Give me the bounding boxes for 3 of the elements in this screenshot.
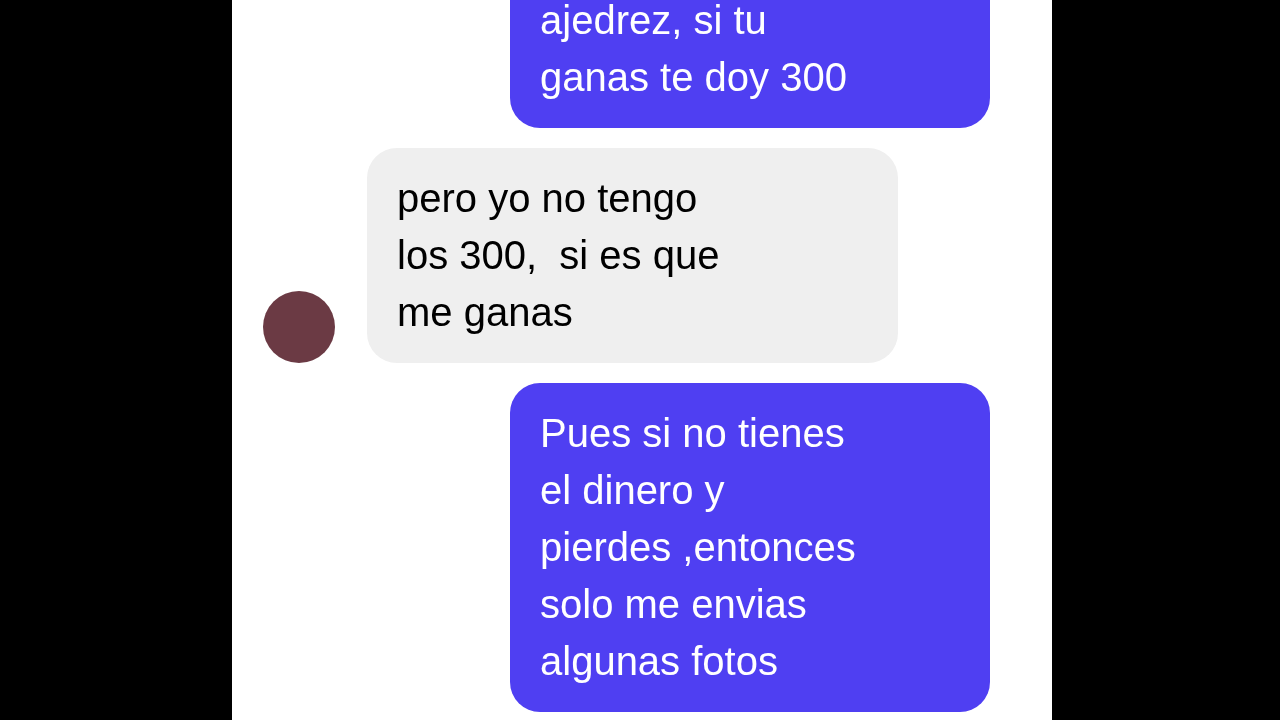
received-message-bubble: pero yo no tengo los 300, si es que me ganas <box>367 148 898 363</box>
sent-message-bubble: Pues si no tienes el dinero y pierdes ,entonces solo me envias algunas fotos <box>510 383 990 712</box>
sent-message-bubble: ajedrez, si tu ganas te doy 300 <box>510 0 990 128</box>
